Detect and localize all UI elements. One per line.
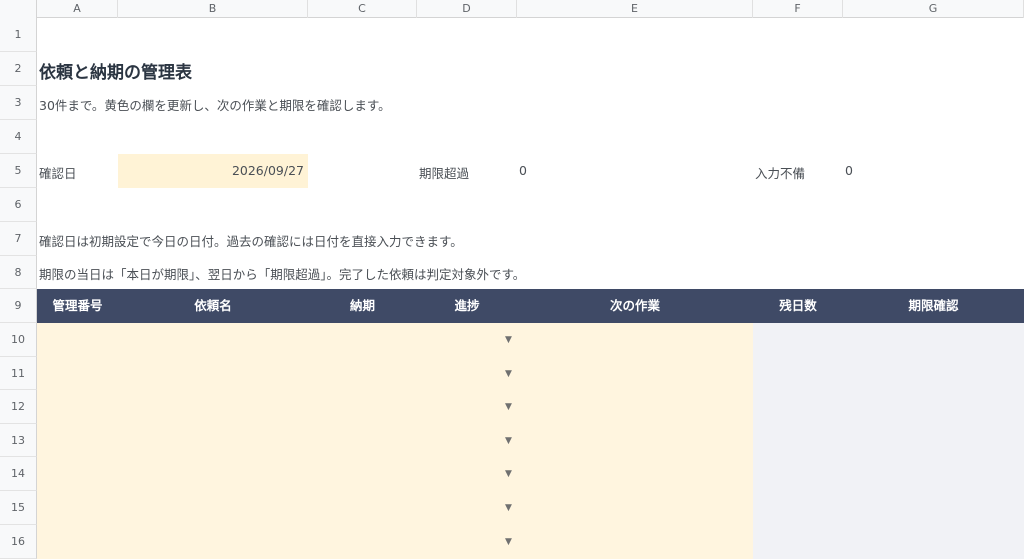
row-header-11[interactable]: 11 <box>0 357 37 390</box>
progress-dropdown-row-12[interactable]: ▼ <box>505 402 512 412</box>
row-header-9[interactable]: 9 <box>0 289 37 323</box>
note-deadline-rule: 期限の当日は「本日が期限」、翌日から「期限超過」。完了した依頼は判定対象外です。 <box>39 267 526 282</box>
row-header-4[interactable]: 4 <box>0 120 37 154</box>
header-id: 管理番号 <box>52 298 103 313</box>
row-header-16[interactable]: 16 <box>0 525 37 559</box>
column-header-g[interactable]: G <box>843 0 1024 18</box>
header-due-date: 納期 <box>349 298 375 313</box>
progress-dropdown-row-14[interactable]: ▼ <box>505 469 512 479</box>
row-header-13[interactable]: 13 <box>0 424 37 457</box>
spreadsheet: A B C D E F G 1 2 3 4 5 6 7 8 9 10 11 12… <box>0 0 1024 559</box>
progress-dropdown-row-16[interactable]: ▼ <box>505 537 512 547</box>
progress-dropdown-row-13[interactable]: ▼ <box>505 436 512 446</box>
row-header-14[interactable]: 14 <box>0 457 37 491</box>
column-header-b[interactable]: B <box>118 0 308 18</box>
row-header-5[interactable]: 5 <box>0 154 37 188</box>
header-progress: 進捗 <box>454 298 480 313</box>
row-header-10[interactable]: 10 <box>0 323 37 357</box>
overdue-count: 0 <box>519 163 527 178</box>
check-date-input[interactable]: 2026/09/27 <box>118 154 308 188</box>
sheet-subtitle: 30件まで。黄色の欄を更新し、次の作業と期限を確認します。 <box>39 98 391 113</box>
table-header-row: 管理番号 依頼名 納期 進捗 次の作業 残日数 期限確認 <box>37 289 1024 323</box>
column-header-bar: A B C D E F G <box>0 0 1024 18</box>
sheet-title: 依頼と納期の管理表 <box>39 63 192 83</box>
header-next-task: 次の作業 <box>609 298 660 313</box>
header-request-name: 依頼名 <box>194 298 232 313</box>
select-all-corner[interactable] <box>0 0 37 18</box>
column-header-f[interactable]: F <box>753 0 843 18</box>
column-header-c[interactable]: C <box>308 0 417 18</box>
header-days-left: 残日数 <box>779 298 817 313</box>
row-header-12[interactable]: 12 <box>0 390 37 424</box>
row-header-8[interactable]: 8 <box>0 256 37 289</box>
row-header-7[interactable]: 7 <box>0 222 37 256</box>
calculated-area <box>753 323 1024 559</box>
row-header-3[interactable]: 3 <box>0 86 37 120</box>
column-header-a[interactable]: A <box>37 0 118 18</box>
note-check-date: 確認日は初期設定で今日の日付。過去の確認には日付を直接入力できます。 <box>39 234 463 249</box>
missing-input-count: 0 <box>845 163 853 178</box>
input-area[interactable] <box>37 323 753 559</box>
header-deadline-check: 期限確認 <box>908 298 959 313</box>
row-header-6[interactable]: 6 <box>0 188 37 222</box>
column-header-e[interactable]: E <box>517 0 753 18</box>
progress-dropdown-row-10[interactable]: ▼ <box>505 335 512 345</box>
missing-input-label: 入力不備 <box>755 166 806 181</box>
progress-dropdown-row-11[interactable]: ▼ <box>505 369 512 379</box>
check-date-label: 確認日 <box>39 166 77 181</box>
row-header-2[interactable]: 2 <box>0 52 37 86</box>
row-header-1[interactable]: 1 <box>0 18 37 52</box>
column-header-d[interactable]: D <box>417 0 517 18</box>
progress-dropdown-row-15[interactable]: ▼ <box>505 503 512 513</box>
overdue-label: 期限超過 <box>419 166 470 181</box>
row-header-15[interactable]: 15 <box>0 491 37 525</box>
